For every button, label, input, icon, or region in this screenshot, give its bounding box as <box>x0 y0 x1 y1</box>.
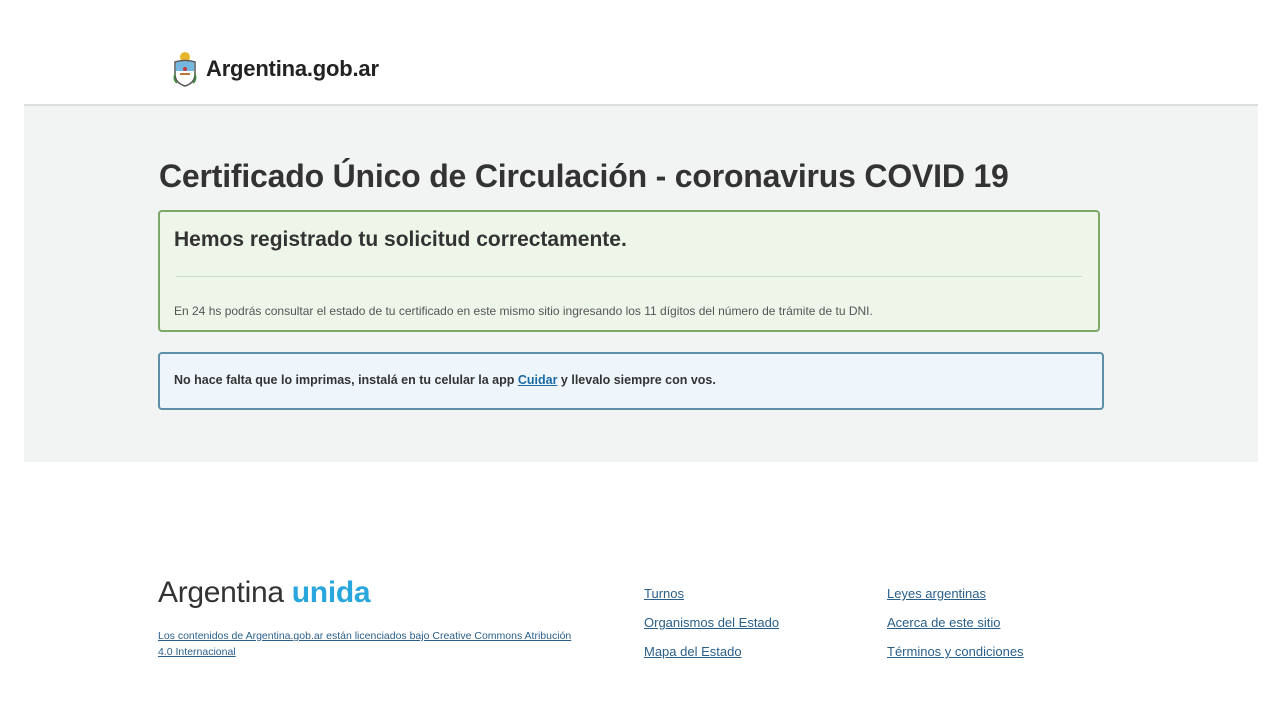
footer-links-col2: Leyes argentinas Acerca de este sitio Té… <box>887 586 1024 673</box>
cuidar-app-link[interactable]: Cuidar <box>518 373 558 387</box>
info-text-after: y llevalo siempre con vos. <box>557 373 716 387</box>
footer-item: Términos y condiciones <box>887 644 1024 673</box>
license-notice: Los contenidos de Argentina.gob.ar están… <box>158 628 578 660</box>
footer-link-leyes[interactable]: Leyes argentinas <box>887 586 986 601</box>
footer-link-mapa[interactable]: Mapa del Estado <box>644 644 742 659</box>
success-alert-heading: Hemos registrado tu solicitud correctame… <box>174 228 627 251</box>
brand-home-link[interactable]: Argentina.gob.ar <box>172 50 379 88</box>
footer-item: Leyes argentinas <box>887 586 1024 615</box>
license-link[interactable]: Los contenidos de Argentina.gob.ar están… <box>158 630 571 658</box>
footer-links-col1: Turnos Organismos del Estado Mapa del Es… <box>644 586 779 673</box>
footer-link-turnos[interactable]: Turnos <box>644 586 684 601</box>
site-header: Argentina.gob.ar <box>24 0 1258 106</box>
page-title: Certificado Único de Circulación - coron… <box>159 158 1009 194</box>
footer-link-terminos[interactable]: Términos y condiciones <box>887 644 1024 659</box>
argentina-coat-of-arms-icon <box>173 52 197 87</box>
success-alert-body: En 24 hs podrás consultar el estado de t… <box>174 304 873 318</box>
brand-name: Argentina.gob.ar <box>206 56 379 81</box>
alert-divider <box>176 276 1082 277</box>
footer-item: Mapa del Estado <box>644 644 779 673</box>
info-alert-text: No hace falta que lo imprimas, instalá e… <box>174 373 716 387</box>
argentina-unida-logo: Argentina unida <box>158 576 371 610</box>
footer-item: Organismos del Estado <box>644 615 779 644</box>
footer-link-organismos[interactable]: Organismos del Estado <box>644 615 779 630</box>
footer-item: Acerca de este sitio <box>887 615 1024 644</box>
footer-item: Turnos <box>644 586 779 615</box>
logo-word-unida: unida <box>291 576 371 609</box>
main-content: Certificado Único de Circulación - coron… <box>24 106 1258 462</box>
success-alert: Hemos registrado tu solicitud correctame… <box>158 210 1100 332</box>
info-text-before: No hace falta que lo imprimas, instalá e… <box>174 373 518 387</box>
logo-word-argentina: Argentina <box>158 576 284 609</box>
info-alert: No hace falta que lo imprimas, instalá e… <box>158 352 1104 410</box>
footer-link-acerca[interactable]: Acerca de este sitio <box>887 615 1000 630</box>
